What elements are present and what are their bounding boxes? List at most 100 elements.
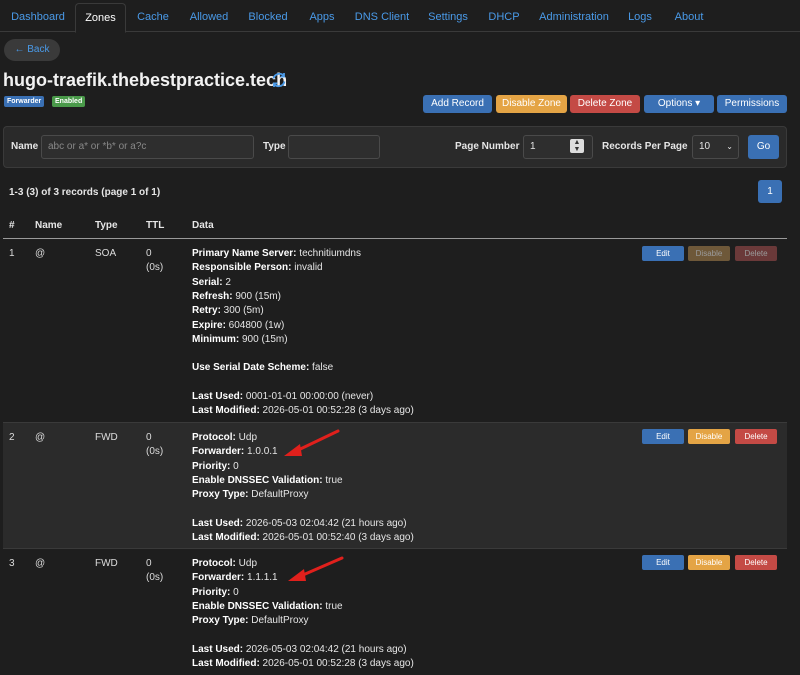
record-data-key: Forwarder: [192,572,245,584]
record-data-key: Retry: [192,305,221,317]
record-data-line: Enable DNSSEC Validation: true [192,475,343,486]
col-header-type: Type [95,220,118,231]
zone-status-badge: Enabled [52,96,86,107]
record-data-key: Serial: [192,276,223,288]
top-nav: Dashboard Zones Cache Allowed Blocked Ap… [0,0,800,33]
record-data-value: 900 (15m) [232,290,281,302]
record-data-line: Last Modified: 2026-05-01 00:52:40 (3 da… [192,532,414,543]
edit-record-button[interactable]: Edit [642,429,684,444]
zone-title: hugo-traefik.thebestpractice.tech [3,70,288,90]
record-data-value: Udp [235,432,258,443]
record-data-value: 2 [222,276,231,288]
record-data-key: Priority: [192,460,231,472]
delete-record-button[interactable]: Delete [735,555,777,570]
records-per-page-value: 10 [699,141,711,152]
record-data-key: Last Used: [192,517,244,529]
tab-about[interactable]: About [667,3,711,32]
col-header-ttl: TTL [146,220,165,231]
row-ttl: 0 [146,558,152,569]
options-dropdown[interactable]: Options ▾ [644,95,714,113]
record-data-value: 900 (15m) [239,333,288,345]
record-data-key: Protocol: [192,558,236,569]
pagination-page-1[interactable]: 1 [758,180,782,203]
page-number-stepper[interactable]: ▲ ▼ [570,139,584,153]
record-data-value: false [309,362,334,374]
tab-dns-client[interactable]: DNS Client [349,3,415,32]
go-button[interactable]: Go [748,135,779,159]
record-data-value: 0001-01-01 00:00:00 (never) [243,391,374,402]
page-number-label: Page Number [455,141,520,152]
row-ttl: 0 [146,432,152,443]
permissions-button[interactable]: Permissions [717,95,787,113]
record-data-key: Last Modified: [192,405,260,417]
tab-administration[interactable]: Administration [533,3,615,32]
tab-cache[interactable]: Cache [131,3,175,32]
record-data-value: DefaultProxy [248,489,309,501]
red-arrow-annotation [284,429,340,456]
row-type: FWD [95,558,118,569]
record-data-value: invalid [291,262,323,274]
record-data-value: true [322,600,343,612]
records-per-page-select[interactable]: 10 ⌄ [692,135,739,159]
record-data-value: 604800 (1w) [225,319,285,331]
name-filter-label: Name [11,141,39,152]
disable-record-button[interactable]: Disable [688,555,730,570]
record-data-key: Last Used: [192,391,244,402]
delete-zone-button[interactable]: Delete Zone [570,95,640,113]
record-data-value: 0 [230,460,239,472]
record-data-line: Proxy Type: DefaultProxy [192,615,309,626]
record-data-line: Refresh: 900 (15m) [192,291,281,302]
disable-record-button[interactable]: Disable [688,246,730,261]
disable-record-button[interactable]: Disable [688,429,730,444]
name-filter-input[interactable]: abc or a* or *b* or a?c [41,135,254,159]
record-data-key: Last Used: [192,643,244,655]
record-data-value: 2026-05-01 00:52:40 (3 days ago) [259,532,414,544]
row-ttl-seconds: (0s) [146,572,164,583]
record-data-value: 1.0.0.1 [244,446,278,458]
record-data-line: Last Modified: 2026-05-01 00:52:28 (3 da… [192,405,414,416]
record-data-value: technitiumdns [296,248,361,259]
tab-dashboard[interactable]: Dashboard [6,3,70,32]
row-name: @ [35,558,46,569]
type-filter-input[interactable] [288,135,380,159]
add-record-button[interactable]: Add Record [423,95,492,113]
row-ttl-seconds: (0s) [146,262,164,273]
record-data-key: Proxy Type: [192,615,249,627]
record-data-line: Protocol: Udp [192,432,257,443]
record-data-line: Last Used: 2026-05-03 02:04:42 (21 hours… [192,518,407,529]
row-num: 2 [9,432,15,443]
record-data-line: Forwarder: 1.1.1.1 [192,572,278,583]
row-ttl-seconds: (0s) [146,446,164,457]
record-data-line: Retry: 300 (5m) [192,305,264,316]
delete-record-button[interactable]: Delete [735,246,777,261]
tab-zones[interactable]: Zones [75,3,126,33]
tab-blocked[interactable]: Blocked [242,3,294,32]
record-data-value: 2026-05-03 02:04:42 (21 hours ago) [243,517,407,529]
record-data-value: 2026-05-03 02:04:42 (21 hours ago) [243,643,407,655]
record-data-value: 0 [230,586,239,598]
row-type: FWD [95,432,118,443]
disable-zone-button[interactable]: Disable Zone [496,95,567,113]
col-header-data: Data [192,220,214,231]
row-ttl: 0 [146,248,152,259]
tab-allowed[interactable]: Allowed [182,3,236,32]
tab-logs[interactable]: Logs [621,3,659,32]
red-arrow-annotation [288,556,344,581]
row-num: 1 [9,248,15,259]
edit-record-button[interactable]: Edit [642,246,684,261]
delete-record-button[interactable]: Delete [735,429,777,444]
record-data-line: Minimum: 900 (15m) [192,334,288,345]
row-name: @ [35,432,46,443]
back-button[interactable]: ← Back [4,39,60,61]
record-data-line: Proxy Type: DefaultProxy [192,489,309,500]
tab-apps[interactable]: Apps [302,3,342,32]
record-data-line: Priority: 0 [192,461,239,472]
type-filter-label: Type [263,141,286,152]
edit-record-button[interactable]: Edit [642,555,684,570]
refresh-icon[interactable] [271,72,287,88]
tab-dhcp[interactable]: DHCP [481,3,527,32]
record-data-key: Minimum: [192,333,240,345]
tab-settings[interactable]: Settings [421,3,475,32]
record-data-line: Last Used: 2026-05-03 02:04:42 (21 hours… [192,644,407,655]
record-data-key: Primary Name Server: [192,248,297,259]
